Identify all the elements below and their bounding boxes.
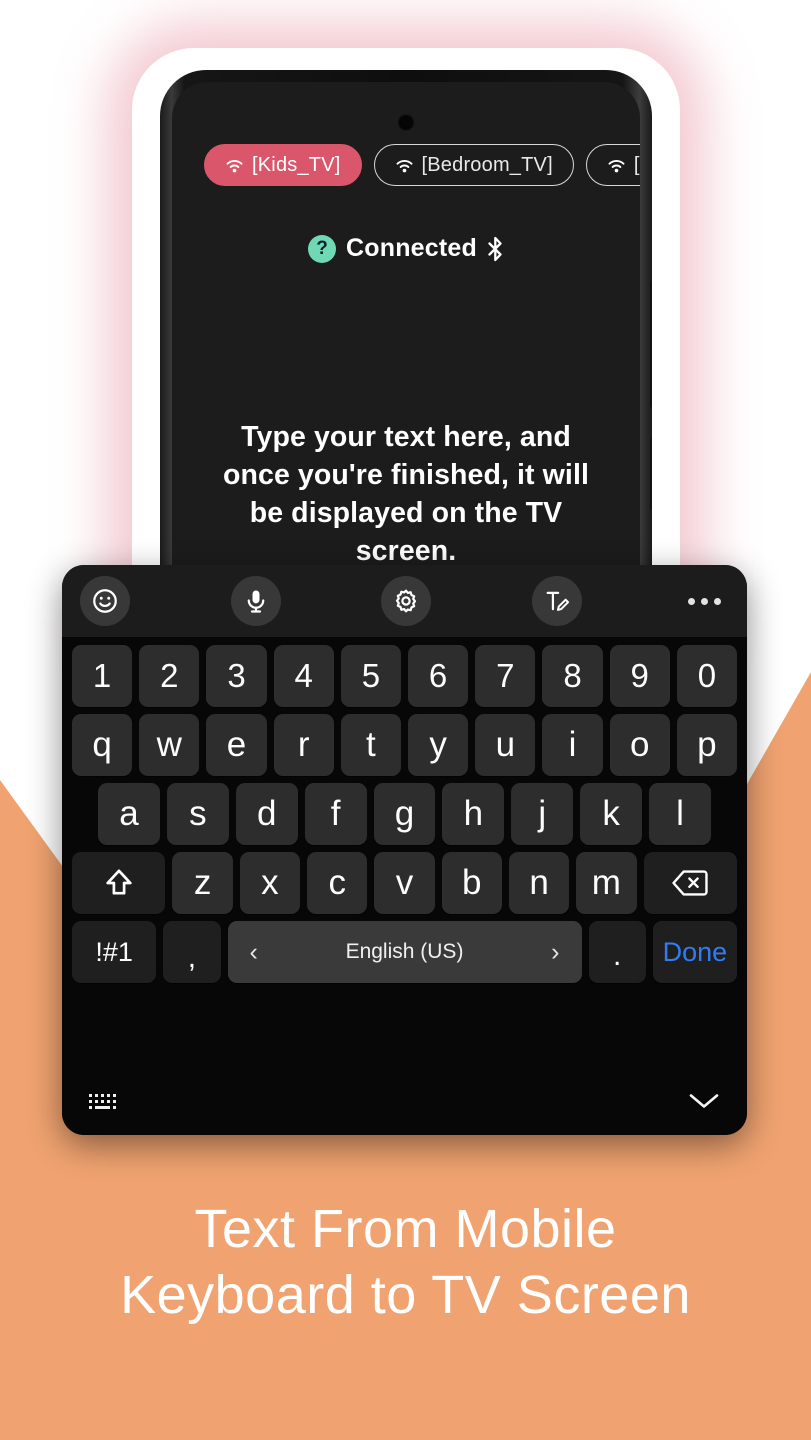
text-placeholder: Type your text here, and once you're fin…	[223, 421, 589, 567]
key-a[interactable]: a	[98, 783, 160, 845]
period-key[interactable]: .	[588, 921, 646, 983]
space-key[interactable]: ‹ English (US) ›	[227, 921, 582, 983]
key-7[interactable]: 7	[475, 645, 536, 707]
keyboard-switch-icon[interactable]	[88, 1091, 118, 1111]
status-badge: ?	[308, 234, 336, 263]
wifi-icon	[396, 159, 412, 172]
key-i[interactable]: i	[542, 714, 603, 776]
key-4[interactable]: 4	[273, 645, 334, 707]
keyboard-row-home: a s d f g h j k l	[68, 783, 741, 845]
key-m[interactable]: m	[576, 852, 637, 914]
comma-key[interactable]: ,	[163, 921, 221, 983]
front-camera-icon	[397, 114, 415, 131]
more-options-icon[interactable]	[688, 597, 721, 605]
space-key-label: English (US)	[345, 940, 464, 963]
key-1[interactable]: 1	[71, 645, 133, 707]
key-g[interactable]: g	[373, 783, 436, 845]
keyboard-row-bottom: z x c v b n m	[68, 852, 741, 914]
shift-icon[interactable]	[72, 852, 166, 914]
tv-chip-label: [Bedroom_TV]	[421, 153, 553, 176]
chevron-down-icon[interactable]	[687, 1090, 721, 1112]
key-l[interactable]: l	[649, 783, 712, 845]
key-s[interactable]: s	[166, 783, 229, 845]
key-c[interactable]: c	[307, 852, 368, 914]
key-2[interactable]: 2	[139, 645, 200, 707]
keyboard-row-numbers: 1 2 3 4 5 6 7 8 9 0	[68, 645, 741, 707]
key-8[interactable]: 8	[542, 645, 603, 707]
prev-language-icon[interactable]: ‹	[250, 939, 258, 965]
virtual-keyboard: 1 2 3 4 5 6 7 8 9 0 q w e r t y u i o p …	[62, 565, 747, 1135]
key-w[interactable]: w	[139, 714, 200, 776]
keyboard-row-top: q w e r t y u i o p	[68, 714, 741, 776]
connected-label: Connected	[346, 234, 477, 262]
key-y[interactable]: y	[408, 714, 469, 776]
key-q[interactable]: q	[71, 714, 133, 776]
microphone-icon[interactable]	[230, 576, 281, 626]
key-o[interactable]: o	[609, 714, 670, 776]
key-0[interactable]: 0	[676, 645, 738, 707]
key-6[interactable]: 6	[408, 645, 469, 707]
key-t[interactable]: t	[340, 714, 401, 776]
tv-chip-partial[interactable]: [Pa	[585, 144, 640, 186]
key-9[interactable]: 9	[609, 645, 670, 707]
volume-button[interactable]	[650, 280, 652, 408]
wifi-icon	[608, 159, 625, 172]
caption-line-2: Keyboard to TV Screen	[120, 1265, 691, 1325]
keyboard-bottom-bar	[62, 1073, 747, 1135]
key-h[interactable]: h	[442, 783, 505, 845]
key-f[interactable]: f	[304, 783, 367, 845]
keyboard-rows: 1 2 3 4 5 6 7 8 9 0 q w e r t y u i o p …	[62, 637, 747, 1073]
power-button[interactable]	[650, 438, 652, 510]
key-j[interactable]: j	[511, 783, 574, 845]
tv-chip-bedroom-tv[interactable]: [Bedroom_TV]	[373, 144, 574, 186]
next-language-icon[interactable]: ›	[551, 939, 559, 965]
key-d[interactable]: d	[235, 783, 298, 845]
tv-chip-label: [Kids_TV]	[252, 153, 341, 176]
symbols-key[interactable]: !#1	[72, 921, 157, 983]
gear-icon[interactable]	[381, 576, 431, 626]
key-p[interactable]: p	[676, 714, 738, 776]
key-n[interactable]: n	[508, 852, 570, 914]
tv-device-chip-row: [Kids_TV] [Bedroom_TV] [Pa	[172, 144, 640, 186]
key-k[interactable]: k	[580, 783, 643, 845]
handwriting-icon[interactable]	[531, 576, 582, 626]
key-x[interactable]: x	[239, 852, 301, 914]
key-r[interactable]: r	[273, 714, 334, 776]
tv-chip-kids-tv[interactable]: [Kids_TV]	[204, 144, 362, 186]
done-key[interactable]: Done	[652, 921, 738, 983]
key-3[interactable]: 3	[206, 645, 267, 707]
keyboard-row-function: !#1 , ‹ English (US) › . Done	[68, 921, 741, 983]
connection-status: ? Connected	[172, 234, 640, 263]
backspace-icon[interactable]	[643, 852, 737, 914]
emoji-icon[interactable]	[80, 576, 130, 626]
key-b[interactable]: b	[441, 852, 502, 914]
caption: Text From Mobile Keyboard to TV Screen	[0, 1196, 811, 1328]
keyboard-toolbar	[62, 565, 747, 637]
key-u[interactable]: u	[475, 714, 536, 776]
wifi-icon	[226, 159, 243, 172]
tv-chip-label: [Pa	[633, 153, 640, 176]
bluetooth-icon	[488, 236, 502, 261]
caption-line-1: Text From Mobile	[194, 1199, 617, 1259]
key-z[interactable]: z	[172, 852, 233, 914]
key-e[interactable]: e	[206, 714, 267, 776]
key-5[interactable]: 5	[340, 645, 401, 707]
key-v[interactable]: v	[374, 852, 435, 914]
